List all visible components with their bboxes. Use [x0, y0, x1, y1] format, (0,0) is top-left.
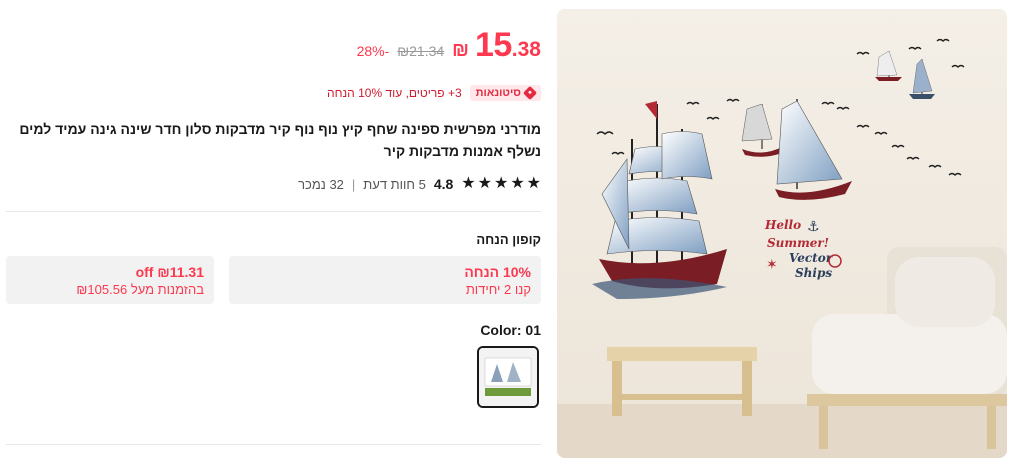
- coupon-subtitle: בהזמנות מעל ₪105.56: [76, 282, 204, 297]
- color-label: Color: 01: [480, 322, 541, 338]
- coupon-title: 10% הנחה: [464, 264, 531, 280]
- starfish-icon: ✶: [766, 256, 778, 272]
- rating-stars: ★ ★ ★ ★ ★: [461, 176, 541, 192]
- product-image[interactable]: Hello Summer! Vector Ships ⚓ ✶: [557, 9, 1007, 458]
- price-decimal: .38: [511, 38, 541, 61]
- product-title: מודרני מפרשית ספינה שחף קיץ נוף נוף קיר …: [19, 121, 541, 159]
- wholesale-badge: סיטונאות: [469, 85, 541, 101]
- coupon-title: ₪11.31 off: [135, 264, 204, 280]
- coupon-card-amount[interactable]: ₪11.31 off בהזמנות מעל ₪105.56: [6, 256, 214, 304]
- price-tag-icon: [522, 85, 538, 101]
- coupon-heading: קופון הנחה: [476, 232, 541, 247]
- product-info: 28%- ₪21.34 ₪ 15 .38 סיטונאות 3+ פריטים,…: [6, 0, 541, 466]
- promo-row[interactable]: סיטונאות 3+ פריטים, עוד 10% הנחה: [327, 83, 541, 103]
- coupon-card-percent[interactable]: 10% הנחה קנו 2 יחידות: [229, 256, 541, 304]
- price-integer: 15: [474, 26, 512, 64]
- wholesale-badge-label: סיטונאות: [475, 87, 521, 99]
- star-icon: ★: [526, 175, 541, 192]
- svg-text:Hello: Hello: [764, 218, 801, 232]
- divider: [6, 211, 541, 212]
- sold-count: 32 נמכר: [298, 176, 344, 192]
- divider: [6, 444, 541, 445]
- star-icon: ★: [477, 175, 492, 192]
- anchor-icon: ⚓: [807, 218, 820, 234]
- star-icon: ★: [461, 175, 476, 192]
- separator: |: [351, 176, 356, 192]
- discount-percent: 28%-: [356, 43, 390, 59]
- coupon-subtitle: קנו 2 יחידות: [465, 282, 531, 297]
- rating-row[interactable]: ★ ★ ★ ★ ★ 4.8 5 חוות דעת | 32 נמכר: [298, 174, 541, 194]
- currency-symbol: ₪: [452, 40, 469, 61]
- original-price: ₪21.34: [397, 43, 445, 59]
- review-count[interactable]: 5 חוות דעת: [363, 177, 426, 192]
- svg-text:Ships: Ships: [795, 266, 832, 280]
- svg-text:Summer!: Summer!: [767, 236, 829, 250]
- star-icon: ★: [493, 175, 509, 192]
- star-icon: ★: [510, 175, 525, 192]
- svg-text:Vector: Vector: [789, 251, 834, 265]
- rating-value: 4.8: [433, 176, 454, 192]
- current-price: ₪ 15 .38: [452, 26, 541, 65]
- wholesale-promo-text: 3+ פריטים, עוד 10% הנחה: [327, 86, 462, 100]
- price-row: 28%- ₪21.34 ₪ 15 .38: [357, 26, 541, 70]
- color-swatch-01[interactable]: [477, 346, 539, 408]
